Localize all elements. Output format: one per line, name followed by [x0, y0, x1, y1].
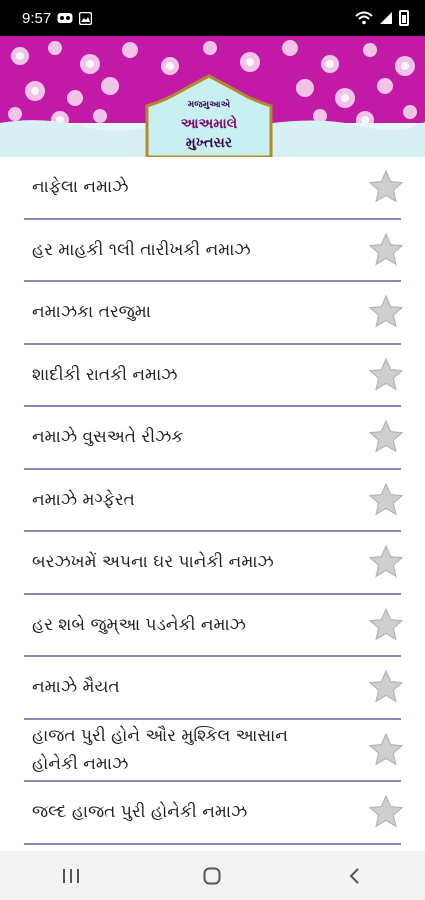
list-item[interactable]: નમાઝે મગ્ફેરત — [24, 470, 404, 532]
recent-apps-icon — [62, 868, 79, 883]
back-button[interactable] — [334, 856, 374, 896]
list-item[interactable]: શાદીકી રાતકી નમાઝ — [24, 345, 404, 407]
home-button[interactable] — [192, 856, 232, 896]
list-item[interactable]: નમાઝે વુસઅતે રીઝક — [24, 407, 404, 470]
star-icon[interactable] — [367, 606, 405, 644]
title-sub: મુખ્તસર — [185, 135, 233, 151]
item-label: હર માહકી ૧લી તારીખકી નમાઝ — [32, 239, 251, 260]
home-icon — [203, 867, 221, 884]
item-label: નમાઝે મગ્ફેરત — [32, 489, 135, 510]
battery-icon — [399, 10, 409, 26]
item-label: નમાઝે મૈયત — [32, 677, 120, 698]
list-item[interactable]: હર શબે જુમ્આ પડનેકી નમાઝ — [24, 595, 404, 657]
star-icon[interactable] — [367, 793, 405, 831]
item-label: નમાઝે વુસઅતે રીઝક — [32, 427, 184, 448]
list-item[interactable]: નમાઝકા તરજુમા — [24, 282, 404, 345]
back-icon — [349, 867, 359, 884]
signal-icon — [380, 12, 392, 24]
recent-apps-button[interactable] — [51, 856, 91, 896]
star-icon[interactable] — [367, 418, 405, 456]
star-icon[interactable] — [367, 668, 405, 706]
app-title: આઅમાલે — [180, 116, 238, 132]
list-item[interactable]: નાફેલા નમાઝે — [24, 157, 404, 220]
status-right — [355, 10, 409, 26]
gallery-icon — [79, 11, 93, 25]
status-left: 9:57 — [22, 9, 93, 27]
wifi-icon — [355, 11, 373, 25]
star-icon[interactable] — [367, 356, 405, 394]
title-small: મજમુઆએ — [187, 100, 231, 110]
list-item[interactable]: હર માહકી ૧લી તારીખકી નમાઝ — [24, 220, 404, 282]
prayer-list: નાફેલા નમાઝે હર માહકી ૧લી તારીખકી નમાઝ ન… — [0, 157, 425, 845]
star-icon[interactable] — [367, 231, 405, 269]
item-label: નમાઝકા તરજુમા — [32, 302, 151, 323]
item-label: જલ્દ હાજત પુરી હોનેકી નમાઝ — [32, 802, 248, 823]
list-item[interactable]: જલ્દ હાજત પુરી હોનેકી નમાઝ — [24, 782, 404, 845]
status-time: 9:57 — [22, 9, 52, 27]
system-nav-bar — [0, 851, 425, 900]
list-item[interactable]: નમાઝે મૈયત — [24, 657, 404, 720]
header-banner: મજમુઆએ આઅમાલે મુખ્તસર — [0, 36, 425, 157]
status-bar: 9:57 — [0, 0, 425, 36]
star-icon[interactable] — [367, 731, 405, 769]
item-label: નાફેલા નમાઝે — [32, 177, 129, 198]
star-icon[interactable] — [367, 293, 405, 331]
list-item[interactable]: બરઝખમેં અપના ઘર પાનેકી નમાઝ — [24, 532, 404, 595]
star-icon[interactable] — [367, 168, 405, 206]
item-label: હર શબે જુમ્આ પડનેકી નમાઝ — [32, 614, 246, 635]
star-icon[interactable] — [367, 543, 405, 581]
star-icon[interactable] — [367, 481, 405, 519]
voicemail-icon — [57, 13, 73, 23]
item-label: બરઝખમેં અપના ઘર પાનેકી નમાઝ — [32, 552, 274, 573]
item-label: શાદીકી રાતકી નમાઝ — [32, 364, 178, 385]
item-label: હાજત પુરી હોને ઔર મુશ્કિલ આસાન હોનેકી નમ… — [32, 725, 288, 774]
list-item[interactable]: હાજત પુરી હોને ઔર મુશ્કિલ આસાન હોનેકી નમ… — [24, 720, 404, 782]
